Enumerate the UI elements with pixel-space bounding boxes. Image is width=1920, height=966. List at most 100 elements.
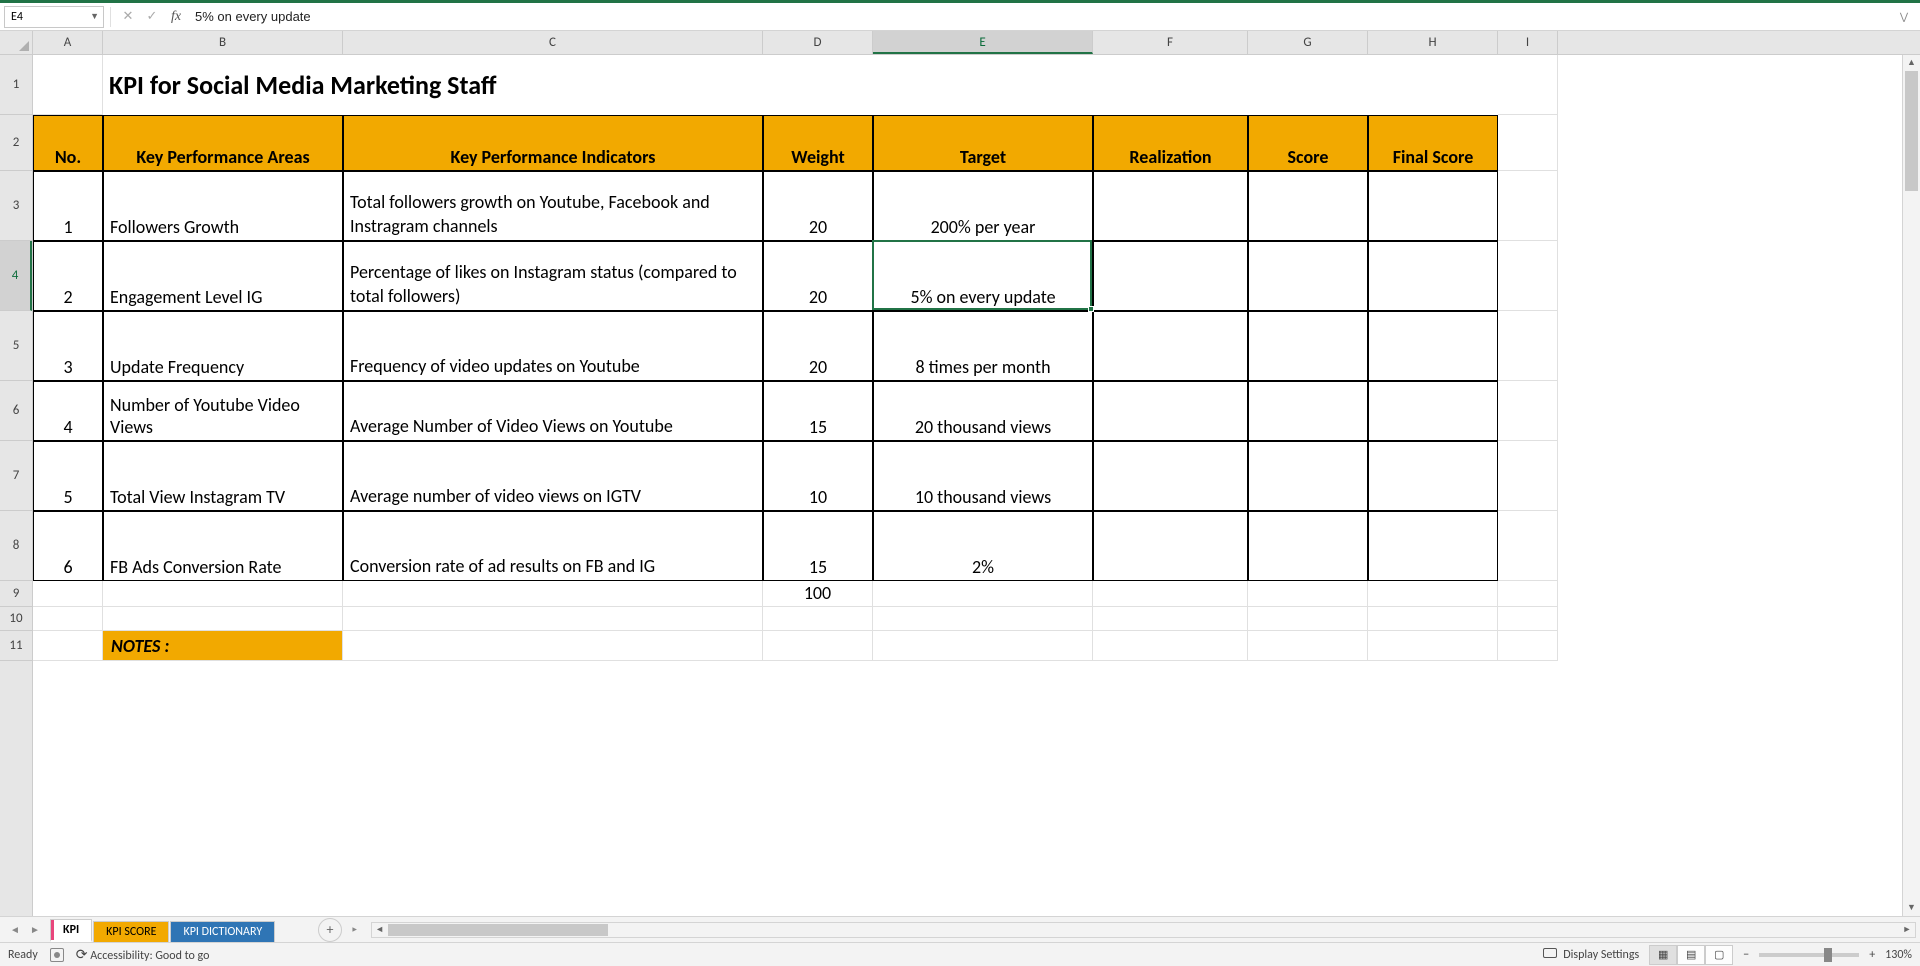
cell-A8[interactable]: 6 (33, 511, 103, 581)
cell-F7[interactable] (1093, 441, 1248, 511)
cell-I4[interactable] (1498, 241, 1558, 311)
cell-E9[interactable] (873, 581, 1093, 607)
sheet-tab-kpi[interactable]: KPI (50, 919, 92, 942)
cell-B3[interactable]: Followers Growth (103, 171, 343, 241)
cell-C11[interactable] (343, 631, 763, 661)
cell-B2[interactable]: Key Performance Areas (103, 115, 343, 171)
scroll-up-arrow-icon[interactable]: ▲ (1903, 55, 1920, 71)
zoom-out-button[interactable]: − (1743, 948, 1749, 962)
cell-H3[interactable] (1368, 171, 1498, 241)
zoom-slider-thumb[interactable] (1824, 948, 1832, 962)
cell-F10[interactable] (1093, 607, 1248, 631)
cell-I2[interactable] (1498, 115, 1558, 171)
cell-A6[interactable]: 4 (33, 381, 103, 441)
row-header-6[interactable]: 6 (0, 381, 32, 441)
cell-C4[interactable]: Percentage of likes on Instagram status … (343, 241, 763, 311)
cell-I6[interactable] (1498, 381, 1558, 441)
cell-G3[interactable] (1248, 171, 1368, 241)
sheet-tab-kpi-dictionary[interactable]: KPI DICTIONARY (170, 921, 275, 942)
cell-F11[interactable] (1093, 631, 1248, 661)
cells-viewport[interactable]: KPI for Social Media Marketing StaffNo.K… (33, 55, 1902, 916)
cell-F4[interactable] (1093, 241, 1248, 311)
tab-nav-prev-icon[interactable]: ◄ (8, 923, 22, 936)
tab-split-handle-icon[interactable]: ▾ (349, 927, 360, 932)
horizontal-scrollbar[interactable]: ◄ ► (371, 922, 1916, 938)
cell-G10[interactable] (1248, 607, 1368, 631)
column-header-H[interactable]: H (1368, 31, 1498, 54)
name-box-dropdown-icon[interactable]: ▼ (90, 11, 99, 22)
cell-F9[interactable] (1093, 581, 1248, 607)
vertical-scroll-thumb[interactable] (1905, 71, 1918, 191)
cell-C3[interactable]: Total followers growth on Youtube, Faceb… (343, 171, 763, 241)
display-settings-button[interactable]: Display Settings (1543, 948, 1640, 962)
column-header-G[interactable]: G (1248, 31, 1368, 54)
cell-I10[interactable] (1498, 607, 1558, 631)
cell-G7[interactable] (1248, 441, 1368, 511)
row-header-7[interactable]: 7 (0, 441, 32, 511)
cell-G9[interactable] (1248, 581, 1368, 607)
column-header-F[interactable]: F (1093, 31, 1248, 54)
cell-A4[interactable]: 2 (33, 241, 103, 311)
zoom-level[interactable]: 130% (1885, 948, 1912, 962)
cell-A5[interactable]: 3 (33, 311, 103, 381)
cell-F8[interactable] (1093, 511, 1248, 581)
tab-nav-next-icon[interactable]: ► (28, 923, 42, 936)
cell-A11[interactable] (33, 631, 103, 661)
cell-D9[interactable]: 100 (763, 581, 873, 607)
cell-A3[interactable]: 1 (33, 171, 103, 241)
cell-B4[interactable]: Engagement Level IG (103, 241, 343, 311)
cell-F2[interactable]: Realization (1093, 115, 1248, 171)
cell-E10[interactable] (873, 607, 1093, 631)
column-header-A[interactable]: A (33, 31, 103, 54)
cell-C6[interactable]: Average Number of Video Views on Youtube (343, 381, 763, 441)
cell-D3[interactable]: 20 (763, 171, 873, 241)
cell-B10[interactable] (103, 607, 343, 631)
cell-G11[interactable] (1248, 631, 1368, 661)
cell-A7[interactable]: 5 (33, 441, 103, 511)
cell-H2[interactable]: Final Score (1368, 115, 1498, 171)
accessibility-status[interactable]: ⟳ Accessibility: Good to go (76, 946, 210, 963)
cell-G8[interactable] (1248, 511, 1368, 581)
cell-E6[interactable]: 20 thousand views (873, 381, 1093, 441)
cell-I11[interactable] (1498, 631, 1558, 661)
row-header-10[interactable]: 10 (0, 607, 32, 631)
macro-record-icon[interactable] (50, 948, 64, 962)
cell-C2[interactable]: Key Performance Indicators (343, 115, 763, 171)
row-header-5[interactable]: 5 (0, 311, 32, 381)
vertical-scrollbar[interactable]: ▲ ▼ (1902, 55, 1920, 916)
cell-G4[interactable] (1248, 241, 1368, 311)
new-sheet-button[interactable]: + (318, 918, 342, 942)
cell-B8[interactable]: FB Ads Conversion Rate (103, 511, 343, 581)
cell-D4[interactable]: 20 (763, 241, 873, 311)
column-header-B[interactable]: B (103, 31, 343, 54)
row-header-11[interactable]: 11 (0, 631, 32, 661)
cell-D8[interactable]: 15 (763, 511, 873, 581)
cell-I8[interactable] (1498, 511, 1558, 581)
cell-B7[interactable]: Total View Instagram TV (103, 441, 343, 511)
cell-G6[interactable] (1248, 381, 1368, 441)
cell-E5[interactable]: 8 times per month (873, 311, 1093, 381)
cell-D2[interactable]: Weight (763, 115, 873, 171)
cell-D7[interactable]: 10 (763, 441, 873, 511)
cell-C9[interactable] (343, 581, 763, 607)
scroll-down-arrow-icon[interactable]: ▼ (1903, 900, 1920, 916)
cell-D5[interactable]: 20 (763, 311, 873, 381)
cell-E8[interactable]: 2% (873, 511, 1093, 581)
cell-B9[interactable] (103, 581, 343, 607)
formula-input[interactable] (189, 6, 1890, 28)
horizontal-scroll-thumb[interactable] (388, 924, 608, 936)
cell-E3[interactable]: 200% per year (873, 171, 1093, 241)
cell-G2[interactable]: Score (1248, 115, 1368, 171)
scroll-right-arrow-icon[interactable]: ► (1899, 923, 1915, 937)
cell-H6[interactable] (1368, 381, 1498, 441)
page-break-view-button[interactable]: ▢ (1705, 945, 1733, 965)
cell-F3[interactable] (1093, 171, 1248, 241)
cell-H4[interactable] (1368, 241, 1498, 311)
insert-function-button[interactable]: fx (165, 6, 187, 28)
normal-view-button[interactable]: ▦ (1649, 945, 1677, 965)
name-box[interactable]: E4 ▼ (4, 6, 104, 28)
scroll-left-arrow-icon[interactable]: ◄ (372, 923, 388, 937)
cell-I5[interactable] (1498, 311, 1558, 381)
cell-A10[interactable] (33, 607, 103, 631)
cell-E2[interactable]: Target (873, 115, 1093, 171)
